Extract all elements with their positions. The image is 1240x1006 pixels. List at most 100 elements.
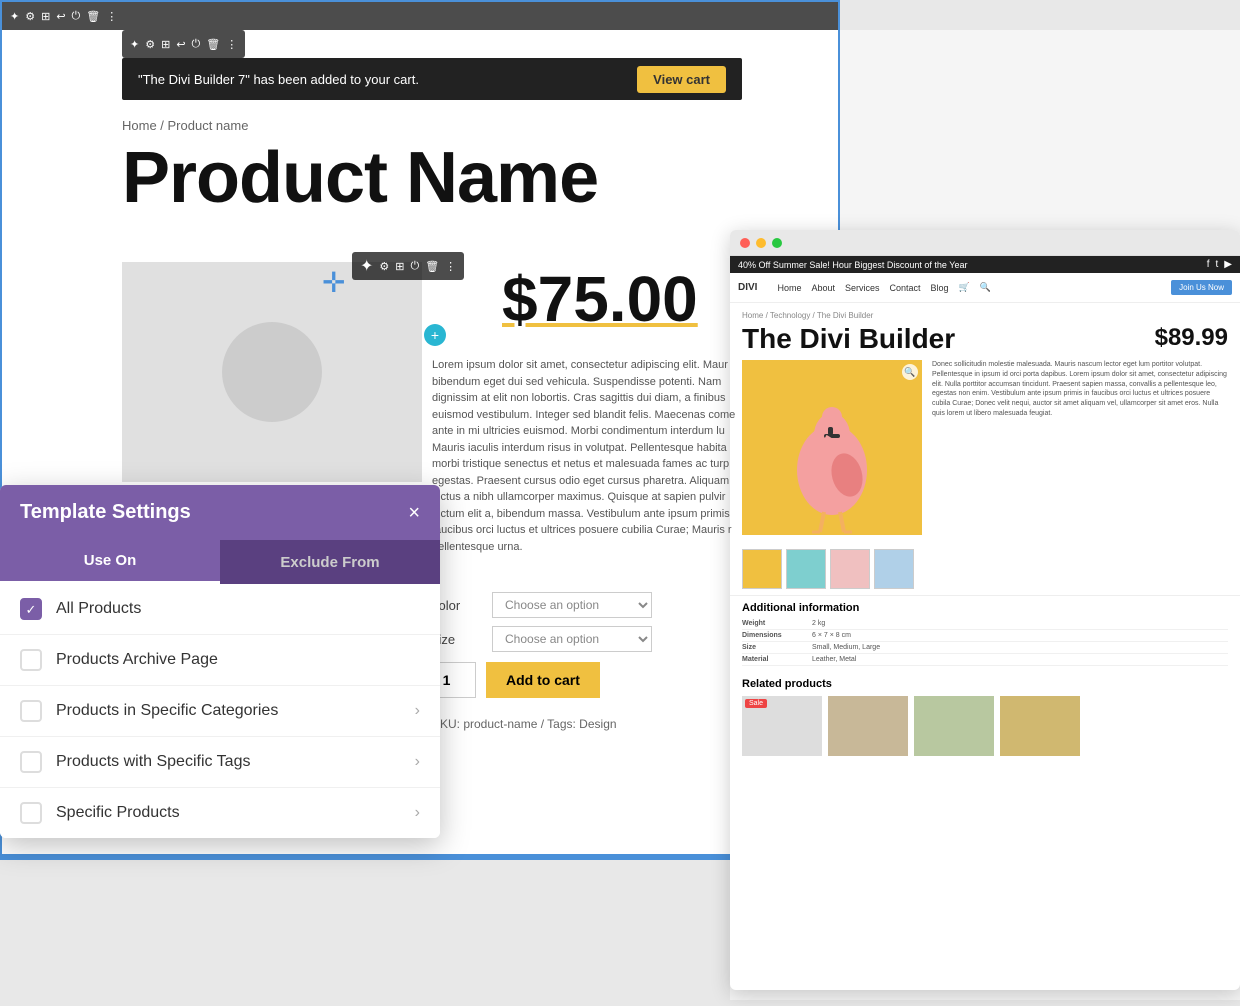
promo-bar: 40% Off Summer Sale! Hour Biggest Discou…: [730, 256, 1240, 273]
t2-add-icon[interactable]: ✦: [130, 38, 139, 51]
arrow-specific-products-icon: ›: [415, 804, 420, 822]
toolbar-add-icon[interactable]: ✦: [10, 10, 19, 23]
section-trash-icon[interactable]: 🗑: [425, 260, 439, 273]
toolbar-more-icon[interactable]: ⋮: [106, 10, 117, 23]
move-icon[interactable]: ✦: [360, 256, 373, 276]
t2-grid-icon[interactable]: ⊞: [161, 38, 170, 51]
section-copy-icon[interactable]: ⊞: [395, 260, 404, 273]
related-item-3[interactable]: [914, 696, 994, 756]
related-item-4[interactable]: [1000, 696, 1080, 756]
thumb-1[interactable]: [742, 549, 782, 589]
toolbar-grid-icon[interactable]: ⊞: [41, 10, 50, 23]
join-us-button[interactable]: Join Us Now: [1171, 280, 1232, 295]
secondary-breadcrumb: Home / Technology / The Divi Builder: [742, 311, 1228, 320]
info-weight-label: Weight: [742, 618, 812, 630]
secondary-product-details: 🔍: [742, 360, 1228, 535]
toolbar-undo-icon[interactable]: ↩: [56, 10, 65, 23]
nav-cart-icon[interactable]: 🛒: [959, 282, 970, 293]
checkbox-specific-categories[interactable]: [20, 700, 42, 722]
related-products-section: Related products Sale: [730, 672, 1240, 762]
product-description: Lorem ipsum dolor sit amet, consectetur …: [432, 357, 742, 555]
secondary-product-layout: The Divi Builder $89.99: [742, 324, 1228, 360]
promo-text: 40% Off Summer Sale! Hour Biggest Discou…: [738, 260, 967, 270]
t2-undo-icon[interactable]: ↩: [176, 38, 185, 51]
item-specific-categories[interactable]: Products in Specific Categories ›: [0, 686, 440, 737]
related-products-grid: Sale: [742, 696, 1228, 756]
product-image-placeholder: [222, 322, 322, 422]
related-item-2[interactable]: [828, 696, 908, 756]
thumb-4[interactable]: [874, 549, 914, 589]
size-option-row: size Choose an option: [432, 626, 652, 652]
panel-title: Template Settings: [20, 501, 191, 524]
nav-services[interactable]: Services: [845, 283, 880, 293]
social-icons: f t ▶: [1207, 259, 1232, 270]
secondary-browser-window: 40% Off Summer Sale! Hour Biggest Discou…: [730, 230, 1240, 990]
item-specific-tags-label: Products with Specific Tags: [56, 753, 401, 771]
info-row-weight: Weight 2 kg: [742, 618, 1228, 630]
info-material-value: Leather, Metal: [812, 654, 1228, 666]
panel-tabs: Use On Exclude From: [0, 540, 440, 584]
t2-trash-icon[interactable]: 🗑: [206, 38, 220, 51]
info-weight-value: 2 kg: [812, 618, 1228, 630]
nav-home[interactable]: Home: [777, 283, 801, 293]
section-power-icon[interactable]: ⏻: [411, 260, 420, 273]
item-products-archive-label: Products Archive Page: [56, 651, 420, 669]
info-size-value: Small, Medium, Large: [812, 642, 1228, 654]
view-cart-button[interactable]: View cart: [637, 66, 726, 93]
sale-badge: Sale: [745, 699, 767, 708]
facebook-icon: f: [1207, 259, 1210, 270]
related-item-1[interactable]: Sale: [742, 696, 822, 756]
nav-blog[interactable]: Blog: [931, 283, 949, 293]
t2-gear-icon[interactable]: ⚙: [145, 38, 155, 51]
checkbox-specific-products[interactable]: [20, 802, 42, 824]
item-specific-categories-label: Products in Specific Categories: [56, 702, 401, 720]
thumb-3[interactable]: [830, 549, 870, 589]
maximize-dot[interactable]: [772, 238, 782, 248]
product-image-area: [122, 262, 422, 482]
nav-contact[interactable]: Contact: [890, 283, 921, 293]
info-dimensions-label: Dimensions: [742, 630, 812, 642]
tab-use-on[interactable]: Use On: [0, 540, 220, 584]
section-more-icon[interactable]: ⋮: [445, 260, 456, 273]
t2-power-icon[interactable]: ⏻: [192, 38, 201, 51]
check-mark-icon: ✓: [26, 603, 37, 616]
product-price: $75.00: [502, 262, 698, 336]
add-to-cart-button[interactable]: Add to cart: [486, 662, 600, 698]
arrow-specific-categories-icon: ›: [415, 702, 420, 720]
item-products-archive[interactable]: Products Archive Page: [0, 635, 440, 686]
nav-about[interactable]: About: [811, 283, 835, 293]
checkbox-all-products[interactable]: ✓: [20, 598, 42, 620]
bottom-border: [2, 854, 838, 858]
toolbar-power-icon[interactable]: ⏻: [72, 10, 81, 23]
section-gear-icon[interactable]: ⚙: [379, 260, 389, 273]
minimize-dot[interactable]: [756, 238, 766, 248]
thumb-2[interactable]: [786, 549, 826, 589]
flamingo-svg: [742, 360, 922, 535]
move-handle[interactable]: ✛: [322, 266, 345, 299]
toolbar-trash-icon[interactable]: 🗑: [86, 10, 100, 23]
add-circle-button[interactable]: +: [424, 324, 446, 346]
t2-more-icon[interactable]: ⋮: [226, 38, 237, 51]
nav-search-icon[interactable]: 🔍: [980, 282, 991, 293]
secondary-product-name: The Divi Builder: [742, 324, 1038, 355]
size-select[interactable]: Choose an option: [492, 626, 652, 652]
item-specific-products-label: Specific Products: [56, 804, 401, 822]
panel-header: Template Settings ×: [0, 485, 440, 540]
color-select[interactable]: Choose an option: [492, 592, 652, 618]
tab-exclude-from[interactable]: Exclude From: [220, 540, 440, 584]
checkbox-products-archive[interactable]: [20, 649, 42, 671]
zoom-icon[interactable]: 🔍: [902, 364, 918, 380]
additional-info-title: Additional information: [742, 602, 1228, 614]
builder-toolbar-top: ✦ ⚙ ⊞ ↩ ⏻ 🗑 ⋮: [2, 2, 838, 30]
item-specific-tags[interactable]: Products with Specific Tags ›: [0, 737, 440, 788]
secondary-price: $89.99: [1048, 324, 1228, 352]
close-dot[interactable]: [740, 238, 750, 248]
checkbox-specific-tags[interactable]: [20, 751, 42, 773]
toolbar-gear-icon[interactable]: ⚙: [25, 10, 35, 23]
item-all-products[interactable]: ✓ All Products: [0, 584, 440, 635]
item-specific-products[interactable]: Specific Products ›: [0, 788, 440, 838]
info-dimensions-value: 6 × 7 × 8 cm: [812, 630, 1228, 642]
color-option-row: color Choose an option: [432, 592, 652, 618]
panel-close-button[interactable]: ×: [408, 503, 420, 523]
breadcrumb: Home / Product name: [122, 118, 248, 133]
